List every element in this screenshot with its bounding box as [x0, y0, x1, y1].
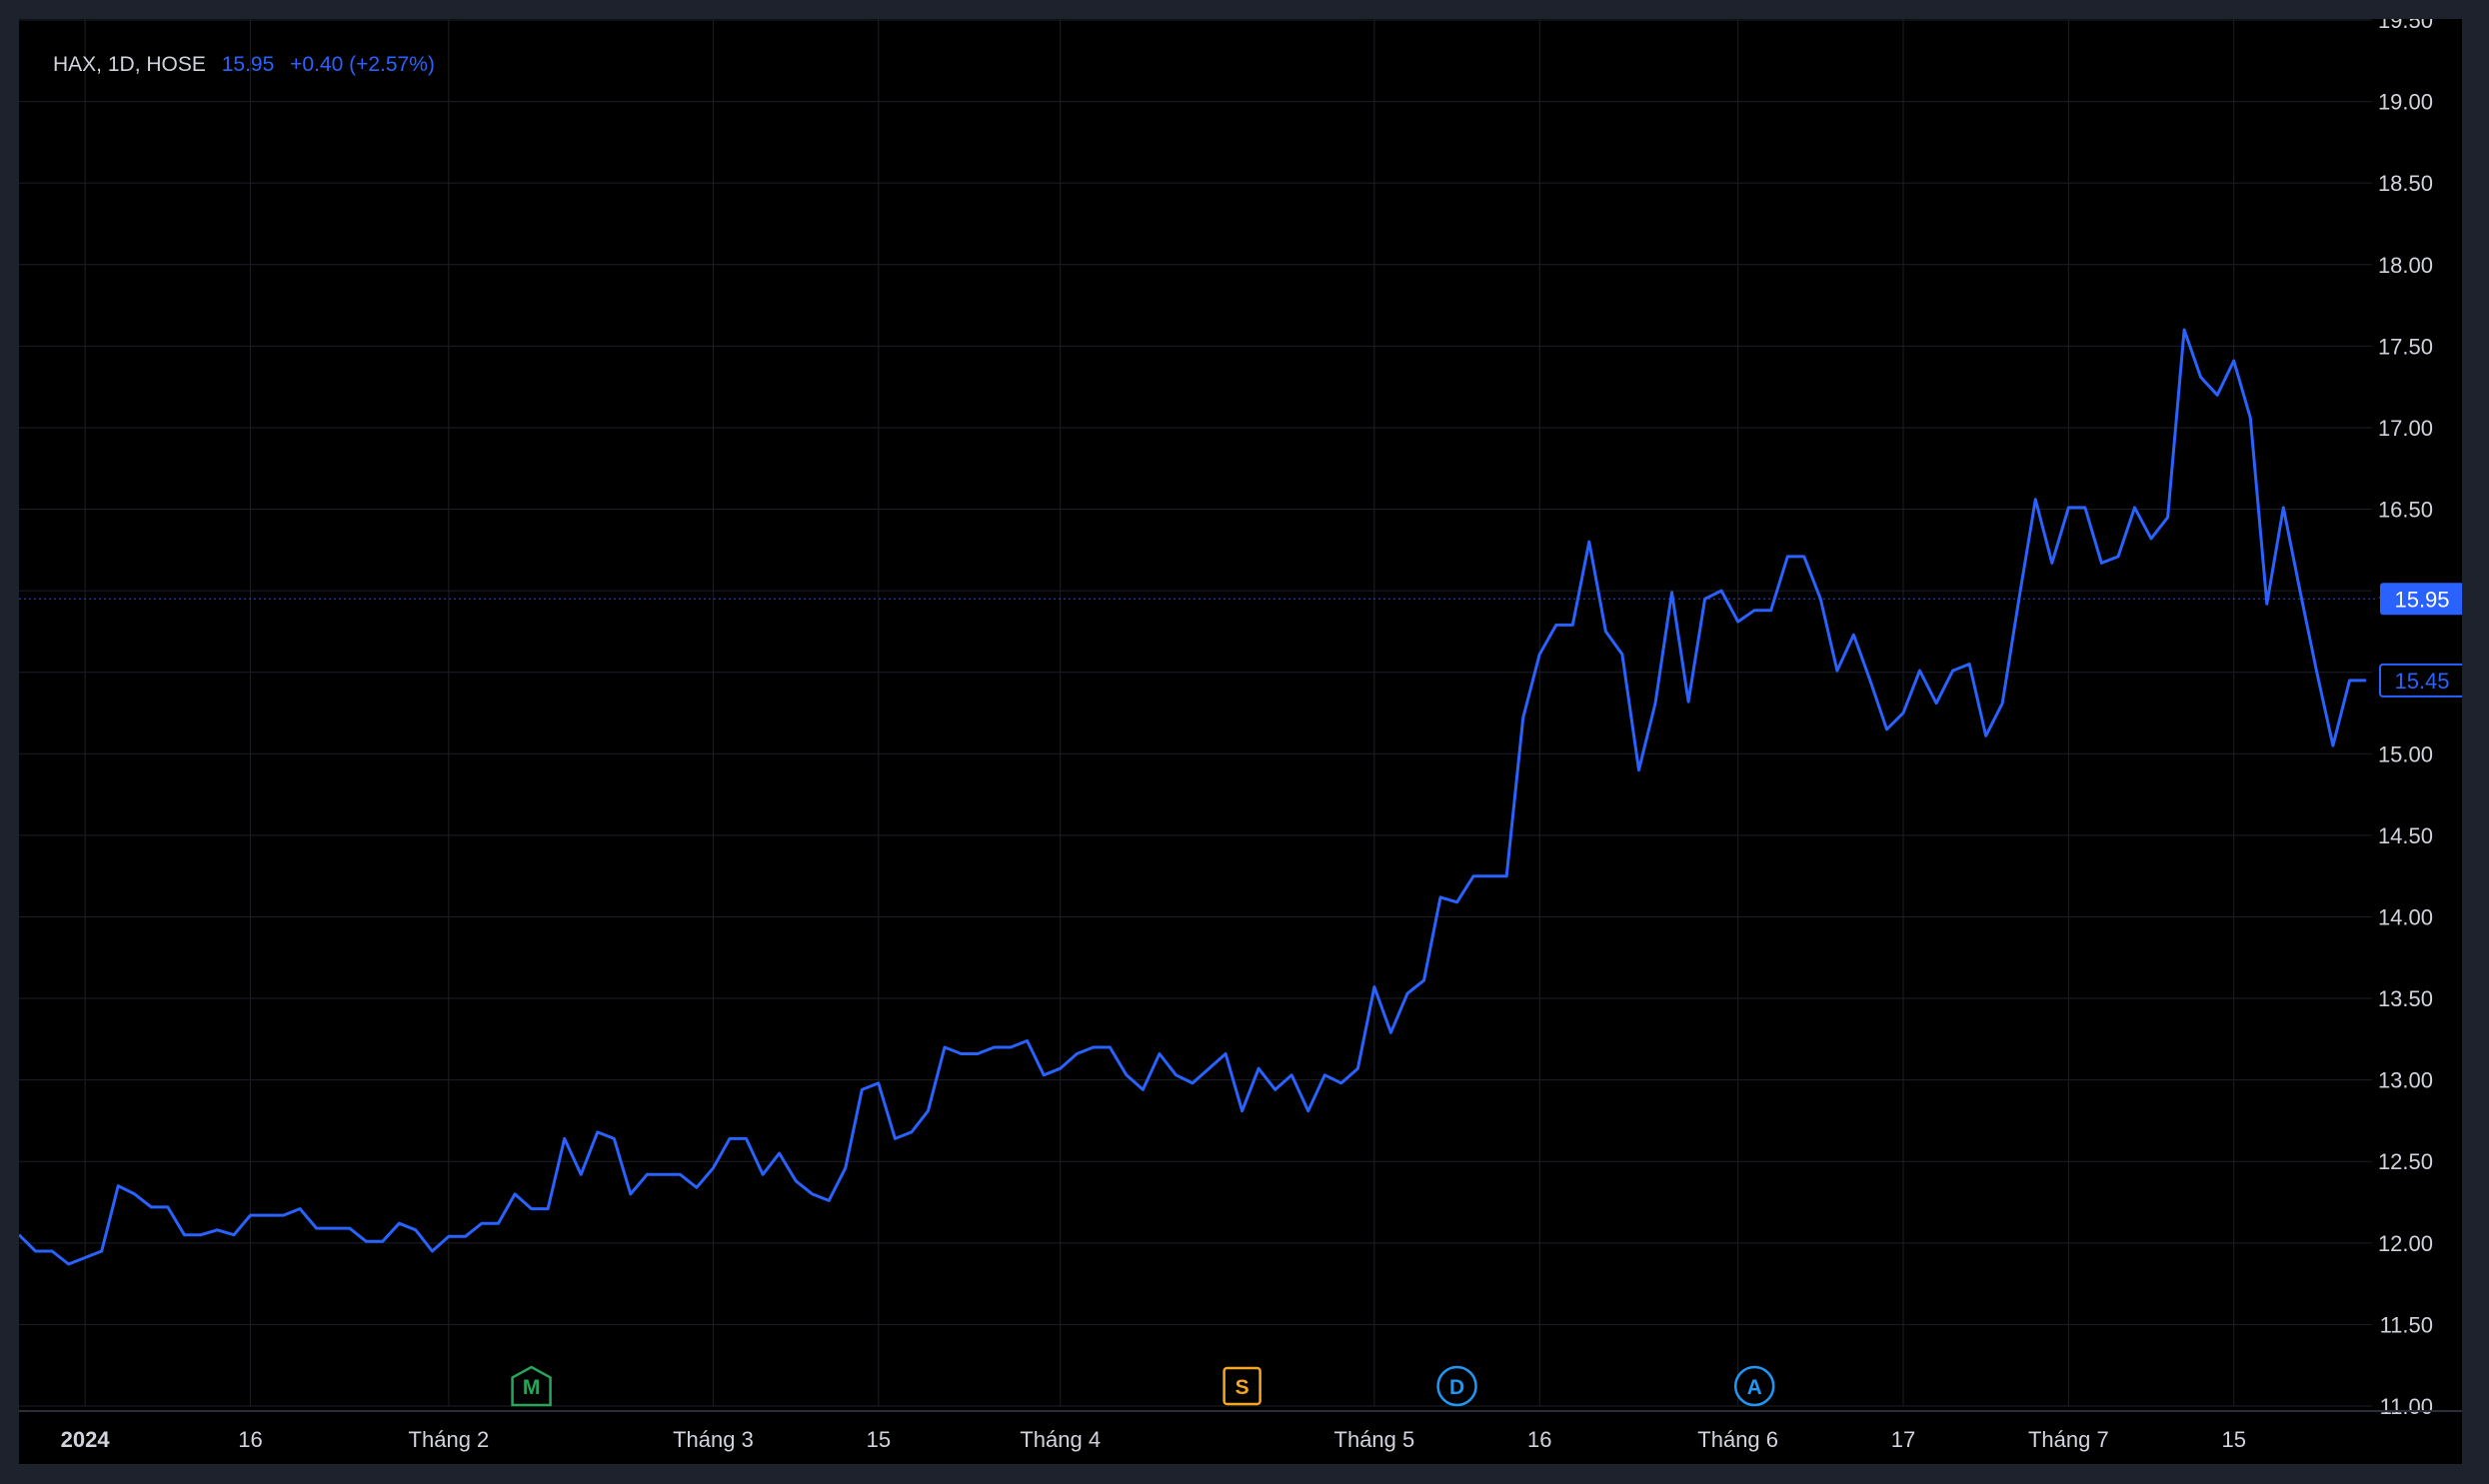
- event-label: S: [1236, 1376, 1249, 1399]
- event-label: D: [1449, 1376, 1464, 1399]
- y-tick-label: 17.50: [2378, 334, 2433, 359]
- price-series-line: [19, 328, 2366, 1266]
- x-axis: 2024 16 Tháng 2 Tháng 3 15 Tháng 4 Tháng 5 16 Th…: [19, 1410, 2462, 1452]
- y-tick-label: 11.00: [2380, 1394, 2433, 1419]
- x-tick-label: Tháng 6: [1697, 1427, 1778, 1452]
- y-tick-label: 13.50: [2378, 986, 2433, 1011]
- x-tick-label: 16: [238, 1427, 262, 1452]
- x-tick-label: 16: [1527, 1427, 1551, 1452]
- price-tags: 15.95 15.45: [2379, 583, 2462, 698]
- x-tick-label: Tháng 3: [673, 1427, 754, 1452]
- legend-symbol: HAX, 1D, HOSE: [53, 53, 206, 76]
- x-tick-label: Tháng 7: [2028, 1427, 2109, 1452]
- price-chart[interactable]: 11.00 11.50 12.00 12.50 13.00 13.50 14.00 14.50…: [19, 19, 2462, 1464]
- event-marker-a: A: [1733, 1365, 1775, 1407]
- y-tick-label: 18.50: [2378, 171, 2433, 196]
- y-tick-label: 18.00: [2378, 253, 2433, 278]
- x-tick-label: 15: [867, 1427, 891, 1452]
- x-tick-label: 2024: [61, 1427, 111, 1452]
- y-tick-label: 11.50: [2380, 1312, 2433, 1337]
- event-marker-s: S: [1223, 1366, 1261, 1406]
- y-tick-label: 14.50: [2378, 823, 2433, 848]
- last-price-label: 15.45: [2394, 669, 2449, 694]
- x-tick-label: 17: [1891, 1427, 1915, 1452]
- symbol-legend: HAX, 1D, HOSE 15.95 +0.40 (+2.57%): [53, 53, 435, 77]
- y-tick-label: 12.00: [2378, 1231, 2433, 1256]
- grid-layer: [19, 19, 2378, 1407]
- event-markers: MSDA: [511, 1365, 1775, 1407]
- y-tick-label: 12.50: [2378, 1149, 2433, 1174]
- y-tick-label: 16.50: [2378, 498, 2433, 523]
- event-label: A: [1747, 1376, 1762, 1399]
- event-marker-m: M: [511, 1365, 552, 1407]
- y-tick-label: 17.00: [2378, 416, 2433, 441]
- chart-frame: 11.00 11.50 12.00 12.50 13.00 13.50 14.00 14.50…: [19, 19, 2462, 1464]
- event-marker-d: D: [1436, 1365, 1477, 1407]
- y-tick-label: 14.00: [2378, 904, 2433, 929]
- y-axis: 11.00 11.50 12.00 12.50 13.00 13.50 14.00 14.50…: [2378, 19, 2433, 1419]
- y-tick-label: 19.00: [2378, 90, 2433, 115]
- y-tick-label: 13.00: [2378, 1068, 2433, 1093]
- x-tick-label: Tháng 4: [1020, 1427, 1101, 1452]
- y-tick-label: 15.00: [2378, 742, 2433, 766]
- legend-price: 15.95: [221, 53, 275, 76]
- x-tick-label: Tháng 2: [409, 1427, 490, 1452]
- marked-price-label: 15.95: [2394, 587, 2449, 612]
- event-label: M: [523, 1376, 541, 1399]
- y-tick-label: 19.50: [2378, 19, 2433, 33]
- legend-change: +0.40 (+2.57%): [290, 53, 435, 76]
- x-tick-label: Tháng 5: [1334, 1427, 1415, 1452]
- series-layer: [19, 328, 2366, 1266]
- x-tick-label: 15: [2221, 1427, 2245, 1452]
